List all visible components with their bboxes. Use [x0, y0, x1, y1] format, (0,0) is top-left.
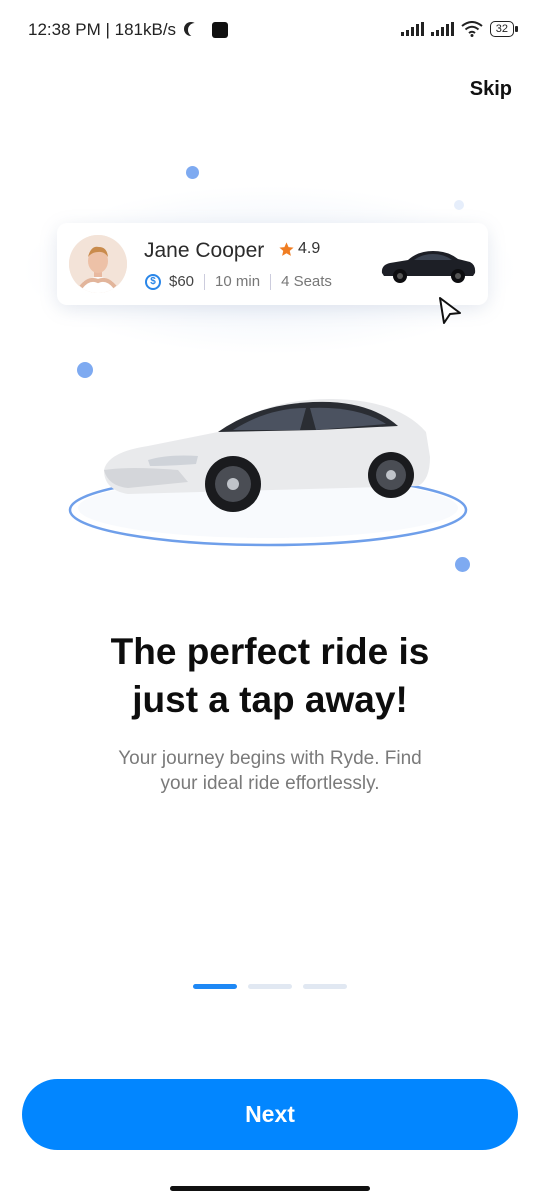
- status-bar: 12:38 PM | 181kB/s 32: [0, 0, 540, 62]
- onboarding-headline: The perfect ride is just a tap away!: [0, 628, 540, 724]
- battery-level: 32: [495, 23, 508, 35]
- onboarding-description: Your journey begins with Ryde. Find your…: [90, 746, 450, 796]
- description-line-1: Your journey begins with Ryde. Find: [118, 748, 422, 769]
- ride-price: $60: [169, 273, 195, 290]
- signal-icon: [400, 22, 424, 36]
- driver-rating: 4.9: [278, 240, 320, 258]
- page-dot[interactable]: [248, 984, 292, 989]
- decorative-dot: [186, 166, 199, 179]
- headline-line-1: The perfect ride is: [110, 631, 430, 672]
- driver-name: Jane Cooper: [144, 239, 265, 262]
- ride-seats: 4 Seats: [281, 273, 332, 290]
- driver-card[interactable]: Jane Cooper 4.9 $ $60 10 min 4 Seats: [57, 223, 488, 305]
- ride-duration: 10 min: [215, 273, 261, 290]
- cursor-icon: [439, 297, 461, 324]
- next-button[interactable]: Next: [22, 1079, 518, 1150]
- page-dot-active[interactable]: [193, 984, 237, 989]
- dollar-icon: $: [145, 273, 161, 290]
- avatar: [69, 235, 127, 293]
- wifi-icon: [461, 21, 483, 37]
- sedan-image: [68, 398, 468, 547]
- rating-value: 4.9: [298, 240, 321, 257]
- home-indicator[interactable]: [170, 1186, 370, 1191]
- skip-button[interactable]: Skip: [470, 78, 512, 101]
- ride-meta: $ $60 10 min 4 Seats: [145, 273, 332, 290]
- description-line-2: your ideal ride effortlessly.: [160, 773, 380, 794]
- divider: [270, 273, 272, 290]
- decorative-dot: [77, 362, 93, 378]
- moon-icon: [188, 23, 202, 37]
- star-icon: [279, 241, 294, 256]
- decorative-dot: [455, 557, 470, 572]
- signal-icon-2: [430, 22, 454, 36]
- headline-line-2: just a tap away!: [132, 679, 408, 720]
- decorative-dot: [454, 200, 464, 210]
- status-time: 12:38 PM | 181kB/s: [28, 20, 177, 39]
- notification-icon: [212, 22, 229, 38]
- page-indicator: [193, 984, 347, 989]
- page-dot[interactable]: [303, 984, 347, 989]
- suv-image: [381, 251, 476, 283]
- battery-icon: 32: [489, 21, 519, 37]
- divider: [204, 273, 206, 290]
